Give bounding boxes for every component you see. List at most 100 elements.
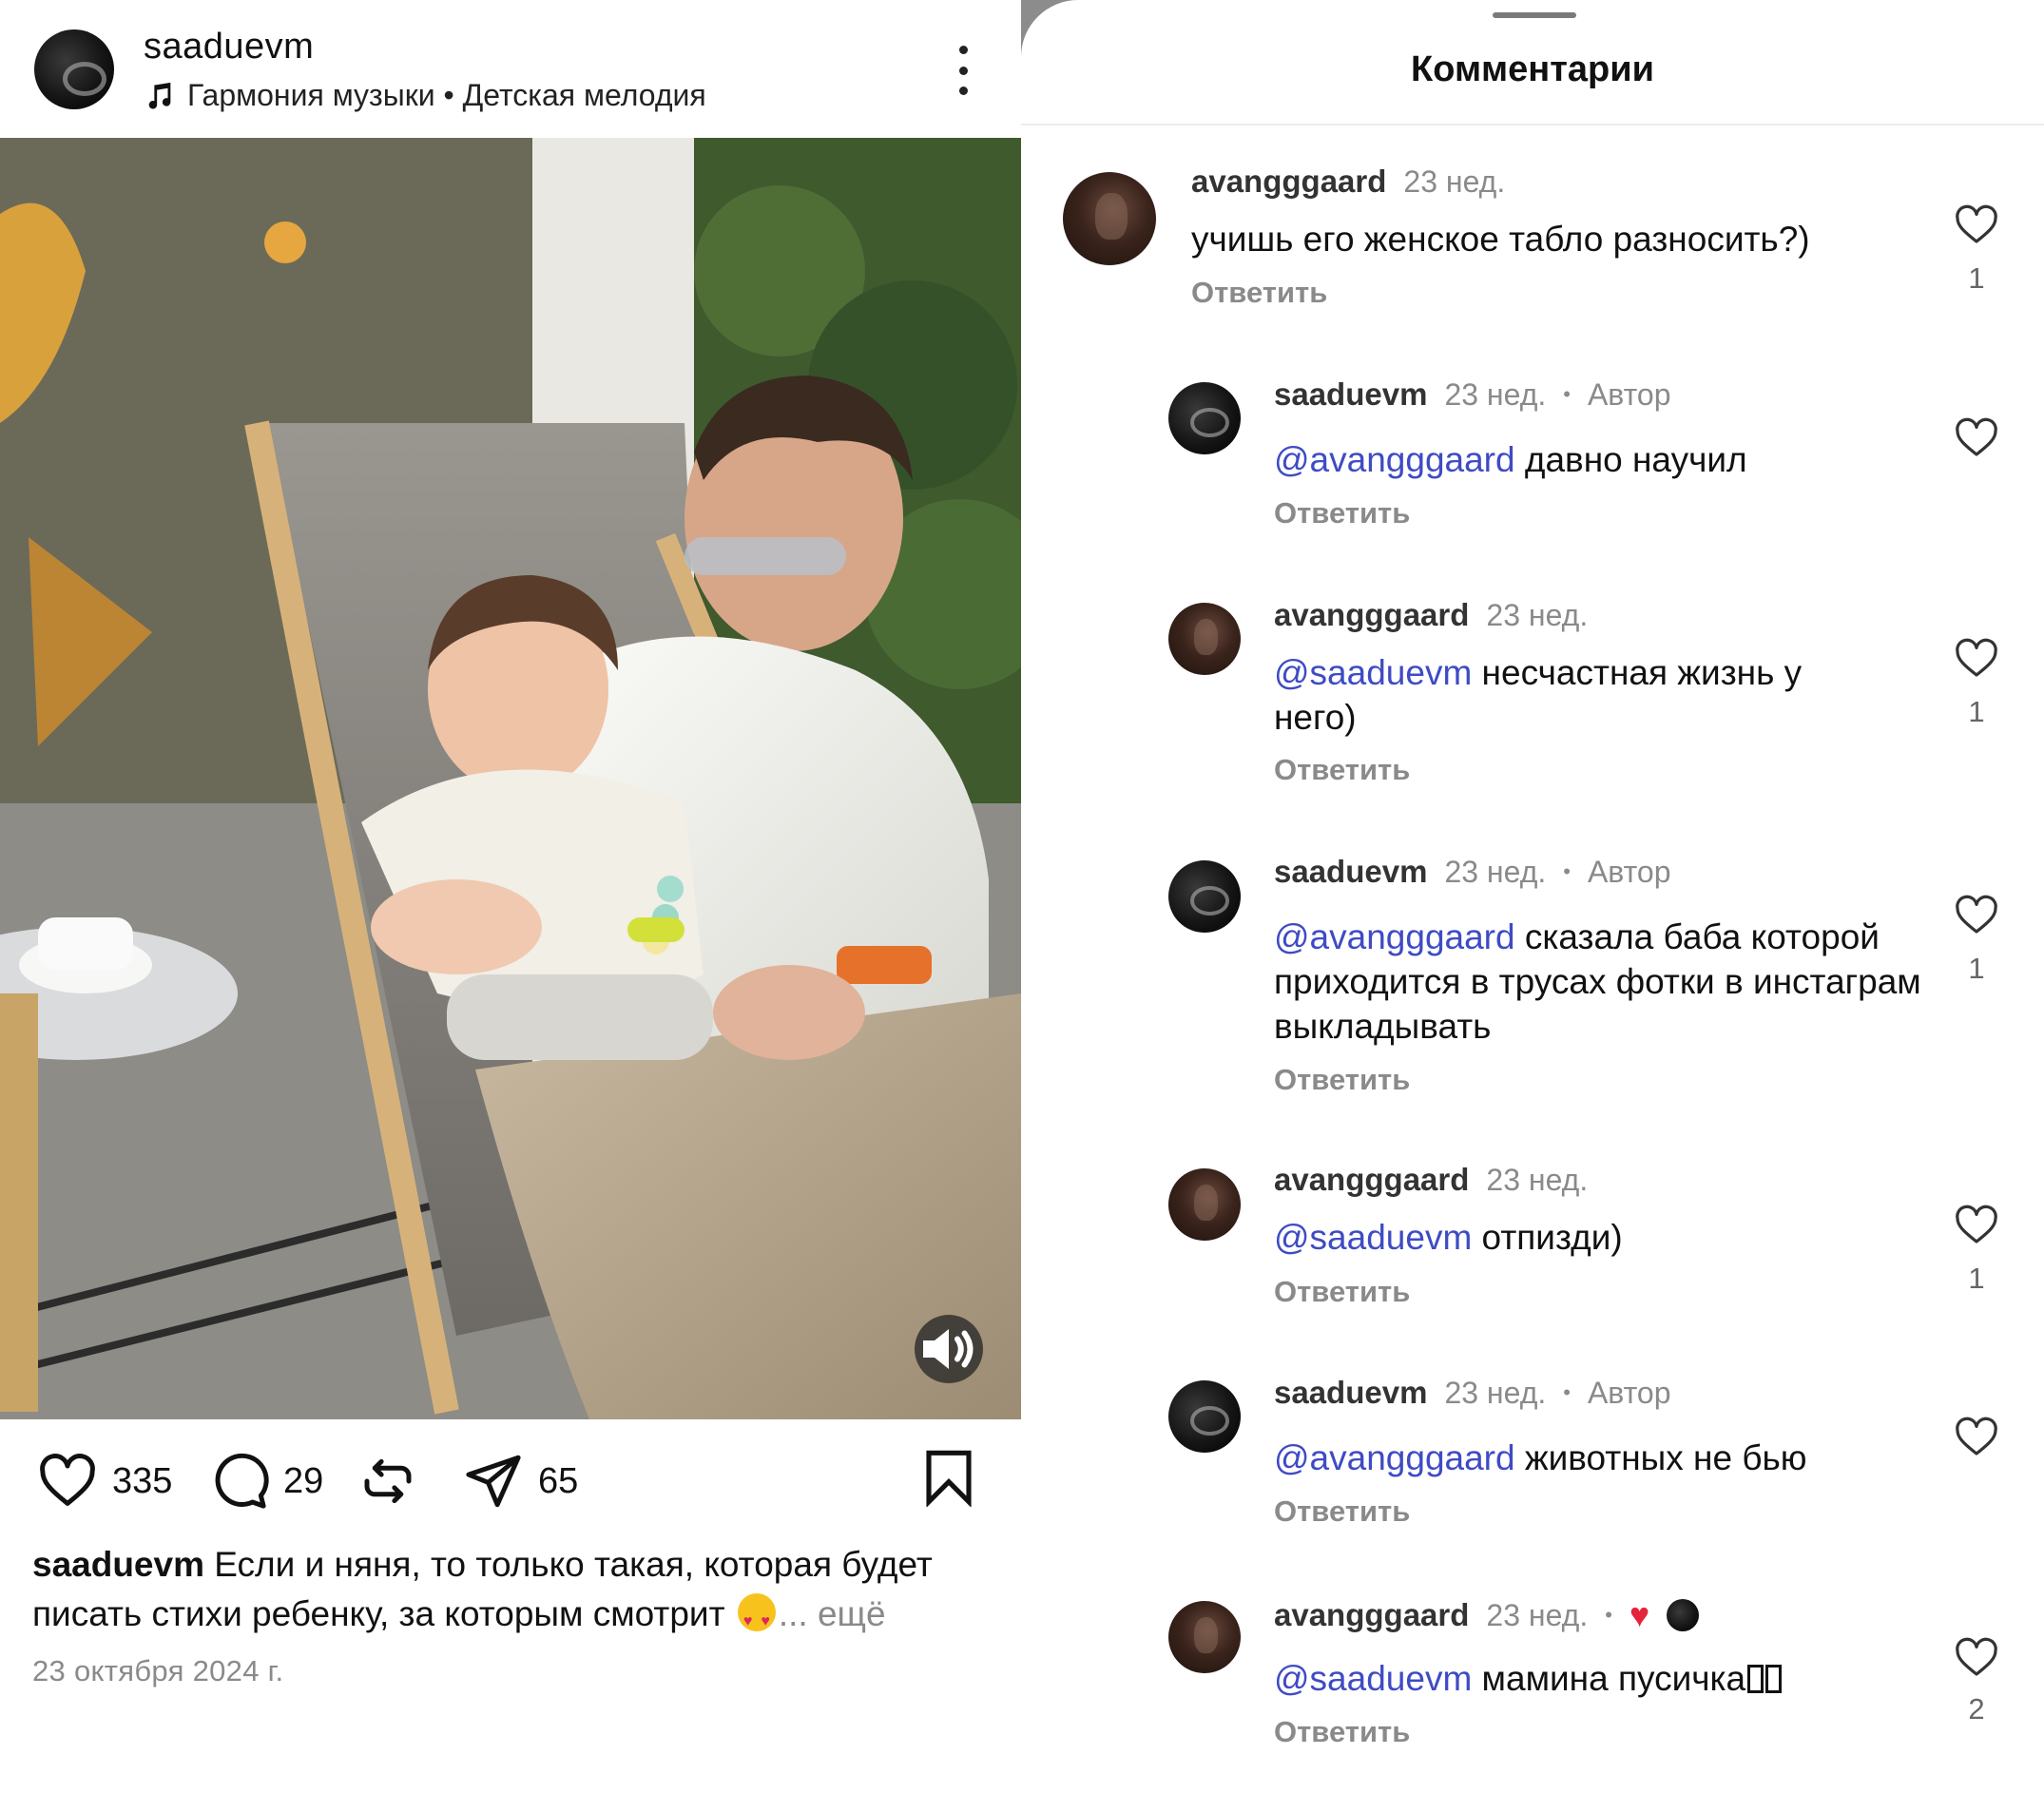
commenter-avatar[interactable]	[1168, 603, 1241, 675]
comment-meta: saaduevm 23 нед. • Автор	[1274, 1375, 1670, 1411]
comment-like-heart-icon[interactable]	[1954, 894, 1999, 935]
comment-meta: saaduevm 23 нед. • Автор	[1274, 376, 1670, 413]
commenter-avatar[interactable]	[1168, 1601, 1241, 1673]
meta-separator: •	[1563, 382, 1571, 406]
mention-link[interactable]: @avangggaard	[1274, 440, 1515, 479]
comment-like-heart-icon[interactable]	[1954, 203, 1999, 245]
mention-link[interactable]: @saaduevm	[1274, 653, 1472, 692]
comment-body: мамина пусичка	[1472, 1659, 1746, 1698]
comment-username[interactable]: avangggaard	[1274, 1597, 1469, 1633]
author-avatar[interactable]	[34, 29, 114, 109]
comment-meta: saaduevm 23 нед. • Автор	[1274, 854, 1670, 890]
bookmark-icon[interactable]	[922, 1448, 975, 1507]
comment-text: учишь его женское табло разносить?)	[1191, 220, 1810, 259]
commenter-avatar[interactable]	[1168, 860, 1241, 933]
mention-link[interactable]: @avangggaard	[1274, 1438, 1515, 1477]
speaker-icon	[923, 1329, 974, 1369]
mention-link[interactable]: @avangggaard	[1274, 917, 1515, 956]
repost-button[interactable]	[357, 1450, 419, 1513]
comment-username[interactable]: avangggaard	[1274, 597, 1469, 633]
commenter-avatar[interactable]	[1168, 1168, 1241, 1241]
missing-glyph-icon	[1765, 1665, 1783, 1693]
comment-like-heart-icon[interactable]	[1954, 416, 1999, 458]
music-info[interactable]: Гармония музыки • Детская мелодия	[144, 78, 706, 113]
comment-button[interactable]: 29	[207, 1450, 323, 1513]
comment-like-heart-icon[interactable]	[1954, 1204, 1999, 1245]
music-note-icon	[148, 82, 171, 108]
reply-button[interactable]: Ответить	[1274, 1494, 1410, 1529]
post-actions-bar: 335 29 65	[0, 1419, 1021, 1543]
comment-time: 23 нед.	[1403, 164, 1506, 199]
comment-like-count: 1	[1968, 1262, 1985, 1295]
author-username[interactable]: saaduevm	[144, 27, 314, 67]
comment-meta: avangggaard 23 нед.	[1191, 164, 1505, 200]
liked-by-author-heart-icon: ♥	[1629, 1595, 1650, 1634]
liked-by-author-avatar	[1667, 1599, 1700, 1631]
comment-time: 23 нед.	[1486, 597, 1589, 632]
meta-separator: •	[1563, 859, 1571, 883]
heart-eyes-emoji-icon	[737, 1593, 776, 1647]
share-button[interactable]: 65	[462, 1450, 578, 1513]
more-dot	[958, 66, 968, 75]
comment-username[interactable]: saaduevm	[1274, 376, 1427, 413]
caption-more-link[interactable]: ... ещё	[779, 1594, 886, 1633]
comment-like-heart-icon[interactable]	[1954, 1416, 1999, 1457]
comment-time: 23 нед.	[1444, 376, 1547, 412]
sound-toggle-button[interactable]	[915, 1315, 983, 1383]
caption-username[interactable]: saaduevm	[32, 1545, 204, 1584]
meta-separator: •	[1563, 1380, 1571, 1404]
sheet-title: Комментарии	[1411, 49, 1654, 89]
comment-time: 23 нед.	[1486, 1162, 1589, 1197]
comment-body: животных не бью	[1514, 1438, 1807, 1477]
like-button[interactable]: 335	[36, 1450, 172, 1513]
comment-text: @saaduevm отпизди)	[1274, 1215, 1939, 1260]
commenter-avatar[interactable]	[1168, 382, 1241, 454]
reply-button[interactable]: Ответить	[1191, 276, 1327, 310]
comment-username[interactable]: avangggaard	[1274, 1162, 1469, 1198]
comment-like-heart-icon[interactable]	[1954, 637, 1999, 679]
comment-username[interactable]: avangggaard	[1191, 164, 1386, 200]
comment-text: @avangggaard давно научил	[1274, 437, 1977, 482]
comment-body: давно научил	[1514, 440, 1747, 479]
share-count: 65	[538, 1460, 579, 1501]
mention-link[interactable]: @saaduevm	[1274, 1218, 1472, 1257]
comment-time: 23 нед.	[1444, 1375, 1547, 1410]
comment-text: @avangggaard сказала баба которой приход…	[1274, 915, 1968, 1049]
missing-glyph-icon	[1747, 1665, 1764, 1693]
comment-count: 29	[283, 1460, 324, 1501]
commenter-avatar[interactable]	[1063, 172, 1156, 265]
reply-button[interactable]: Ответить	[1274, 496, 1410, 530]
meta-separator: •	[1605, 1603, 1612, 1627]
mention-link[interactable]: @saaduevm	[1274, 1659, 1472, 1698]
more-vertical-icon	[958, 46, 968, 54]
sheet-drag-handle[interactable]	[1493, 12, 1576, 18]
more-options-button[interactable]	[946, 46, 980, 95]
post-header: saaduevm Гармония музыки • Детская мелод…	[0, 0, 1021, 138]
like-count: 335	[112, 1460, 173, 1501]
comment-meta: avangggaard 23 нед.	[1274, 597, 1588, 633]
comment-like-count: 1	[1968, 261, 1985, 295]
post-date: 23 октября 2024 г.	[32, 1654, 284, 1687]
comment-like-count: 1	[1968, 695, 1985, 728]
post-video[interactable]	[0, 138, 1021, 1419]
reply-button[interactable]: Ответить	[1274, 1063, 1410, 1097]
send-icon	[466, 1455, 521, 1508]
post-video-frame	[0, 138, 1021, 1419]
comment-meta: avangggaard 23 нед. • ♥	[1274, 1595, 1700, 1635]
comment-username[interactable]: saaduevm	[1274, 1375, 1427, 1411]
comment-text: @saaduevm несчастная жизнь у него)	[1274, 650, 1882, 740]
comment-bubble-icon	[215, 1453, 269, 1509]
reply-button[interactable]: Ответить	[1274, 753, 1410, 787]
music-title: Гармония музыки • Детская мелодия	[187, 78, 706, 112]
comment-meta: avangggaard 23 нед.	[1274, 1162, 1588, 1198]
comment-text: @avangggaard животных не бью	[1274, 1436, 1977, 1480]
reply-button[interactable]: Ответить	[1274, 1275, 1410, 1309]
comment-text: @saaduevm мамина пусичка	[1274, 1656, 1977, 1701]
comment-like-heart-icon[interactable]	[1954, 1636, 1999, 1678]
reply-button[interactable]: Ответить	[1274, 1715, 1410, 1749]
author-badge: Автор	[1587, 854, 1671, 889]
comment-time: 23 нед.	[1444, 854, 1547, 889]
commenter-avatar[interactable]	[1168, 1380, 1241, 1453]
comment-body: отпизди)	[1472, 1218, 1623, 1257]
comment-username[interactable]: saaduevm	[1274, 854, 1427, 890]
